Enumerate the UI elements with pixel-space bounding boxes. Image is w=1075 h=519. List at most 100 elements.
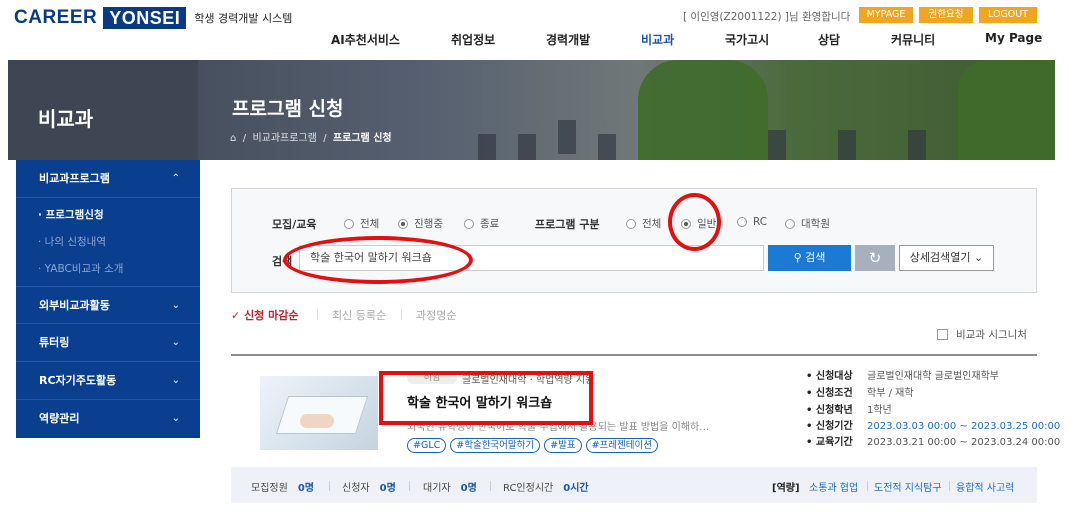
sidebar-group-label: 외부비교과활동 xyxy=(39,299,110,312)
competency-divider xyxy=(867,481,868,491)
search-button[interactable]: ⚲ 검색 xyxy=(768,245,851,271)
radio-checked-icon xyxy=(398,218,408,229)
sidebar-group-label: 튜터링 xyxy=(39,336,70,349)
sort-by-name[interactable]: 과정명순 xyxy=(416,307,456,323)
hashtag[interactable]: #발표 xyxy=(544,438,582,453)
competency-item: 융합적 사고력 xyxy=(956,483,1015,494)
recruit-radio-ended[interactable]: 종료 xyxy=(464,216,499,231)
program-type-label: 프로그램 구분 xyxy=(535,218,600,231)
chevron-down-icon: ⌄ xyxy=(171,375,180,386)
nav-community[interactable]: 커뮤니티 xyxy=(891,31,935,48)
sidebar-item-program-apply[interactable]: · 프로그램신청 xyxy=(16,207,200,223)
logout-button[interactable]: LOGOUT xyxy=(979,7,1037,23)
banner-window xyxy=(838,130,856,160)
banner-side-panel xyxy=(8,60,198,160)
banner-window xyxy=(908,130,926,160)
list-divider xyxy=(231,354,1037,356)
request-permission-button[interactable]: 권한요청 xyxy=(919,7,973,23)
system-name: 학생 경력개발 시스템 xyxy=(194,12,293,25)
stat-divider xyxy=(329,481,330,491)
radio-icon xyxy=(344,218,354,229)
annotation-ellipse-search xyxy=(283,236,473,284)
stat-capacity: 모집정원 0명 xyxy=(251,483,314,494)
stat-rc-hours: RC인정시간 0시간 xyxy=(503,483,589,494)
competency-item: 소통과 협업 xyxy=(809,483,859,494)
stat-divider xyxy=(490,481,491,491)
sidebar-group-rc-activity[interactable]: RC자기주도활동 ⌄ xyxy=(16,362,200,400)
banner-window xyxy=(558,120,576,154)
logo-yonsei: YONSEI xyxy=(103,7,187,29)
competency-item: 도전적 지식탐구 xyxy=(874,483,942,494)
sidebar-group-label: 역량관리 xyxy=(39,412,80,425)
sort-divider xyxy=(401,309,402,320)
mypage-button[interactable]: MYPAGE xyxy=(859,7,913,23)
recruit-label: 모집/교육 xyxy=(272,218,317,231)
sort-by-deadline[interactable]: ✓ 신청 마감순 xyxy=(231,307,299,323)
hashtag-list: #GLC #학술한국어말하기 #발표 #프레젠테이션 xyxy=(407,438,658,453)
sidebar-group-tutoring[interactable]: 튜터링 ⌄ xyxy=(16,324,200,362)
competency-label: [역량] xyxy=(772,483,800,494)
logo-career: CAREER xyxy=(14,7,98,28)
chevron-down-icon: ⌄ xyxy=(974,251,984,264)
sidebar-item-yabc-intro[interactable]: · YABC비교과 소개 xyxy=(16,261,200,277)
program-thumbnail[interactable] xyxy=(260,376,378,450)
hand-illustration xyxy=(300,414,334,428)
radio-icon xyxy=(464,218,474,229)
checkbox-icon xyxy=(937,329,948,340)
reset-button[interactable]: ↻ xyxy=(855,245,895,271)
stat-waiting: 대기자 0명 xyxy=(423,483,477,494)
info-apply-period: • 신청기간 2023.03.03 00:00 ~ 2023.03.25 00:0… xyxy=(806,421,1061,432)
sort-divider xyxy=(317,309,318,320)
type-radio-graduate[interactable]: 대학원 xyxy=(785,216,830,231)
site-logo[interactable]: CAREER YONSEI 학생 경력개발 시스템 xyxy=(14,7,292,29)
info-edu-period: • 교육기간 2023.03.21 00:00 ~ 2023.03.24 00:0… xyxy=(806,437,1061,448)
radio-icon xyxy=(785,218,795,229)
nav-career-dev[interactable]: 경력개발 xyxy=(546,31,590,48)
banner-window xyxy=(518,134,536,160)
info-grade: • 신청학년 1학년 xyxy=(806,405,892,416)
welcome-text: [ 이인영(Z2001122) ]님 환영합니다 xyxy=(683,11,851,23)
chevron-down-icon: ⌄ xyxy=(171,337,180,348)
competency-divider xyxy=(949,481,950,491)
banner-window xyxy=(598,134,616,160)
hashtag[interactable]: #프레젠테이션 xyxy=(585,438,658,453)
sidebar-group-label: RC자기주도활동 xyxy=(39,374,117,387)
nav-national-exam[interactable]: 국가고시 xyxy=(725,31,769,48)
banner-window xyxy=(768,130,786,160)
type-radio-rc[interactable]: RC xyxy=(737,216,767,228)
breadcrumb: ⌂ / 비교과프로그램 / 프로그램 신청 xyxy=(230,133,392,144)
sidebar-group-external[interactable]: 외부비교과활동 ⌄ xyxy=(16,286,200,324)
info-condition: • 신청조건 학부 / 재학 xyxy=(806,388,914,399)
check-icon: ✓ xyxy=(231,309,241,322)
sidebar-item-my-applications[interactable]: · 나의 신청내역 xyxy=(16,234,200,250)
home-icon[interactable]: ⌂ xyxy=(230,133,236,144)
hashtag[interactable]: #GLC xyxy=(407,438,447,453)
type-radio-all[interactable]: 전체 xyxy=(626,216,661,231)
page-title: 프로그램 신청 xyxy=(232,98,344,120)
stat-applicants: 신청자 0명 xyxy=(342,483,396,494)
breadcrumb-item[interactable]: 비교과프로그램 xyxy=(252,133,316,144)
detail-search-toggle[interactable]: 상세검색열기 ⌄ xyxy=(899,245,994,271)
nav-job-info[interactable]: 취업정보 xyxy=(451,31,495,48)
stat-divider xyxy=(409,481,410,491)
sidebar-group-competency[interactable]: 역량관리 ⌄ xyxy=(16,400,200,438)
nav-extracurricular[interactable]: 비교과 xyxy=(641,31,674,48)
recruit-radio-all[interactable]: 전체 xyxy=(344,216,379,231)
signature-filter[interactable]: 비교과 시그니처 xyxy=(937,327,1027,342)
nav-counseling[interactable]: 상담 xyxy=(818,31,840,48)
radio-icon xyxy=(737,217,747,227)
nav-mypage[interactable]: My Page xyxy=(985,31,1042,45)
breadcrumb-current: 프로그램 신청 xyxy=(332,133,392,144)
hashtag[interactable]: #학술한국어말하기 xyxy=(450,438,541,453)
chevron-up-icon: ⌃ xyxy=(171,173,180,184)
chevron-down-icon: ⌄ xyxy=(171,413,180,424)
banner-ivy xyxy=(638,60,768,160)
refresh-icon: ↻ xyxy=(868,249,882,267)
sidebar-group-programs[interactable]: 비교과프로그램 ⌃ xyxy=(16,160,200,198)
sort-by-latest[interactable]: 최신 등록순 xyxy=(332,307,386,323)
section-title: 비교과 xyxy=(38,107,94,131)
nav-ai-recommend[interactable]: AI추천서비스 xyxy=(331,31,400,48)
recruit-radio-ongoing[interactable]: 진행중 xyxy=(398,216,443,231)
banner-window xyxy=(478,134,496,160)
search-icon: ⚲ xyxy=(793,251,802,264)
